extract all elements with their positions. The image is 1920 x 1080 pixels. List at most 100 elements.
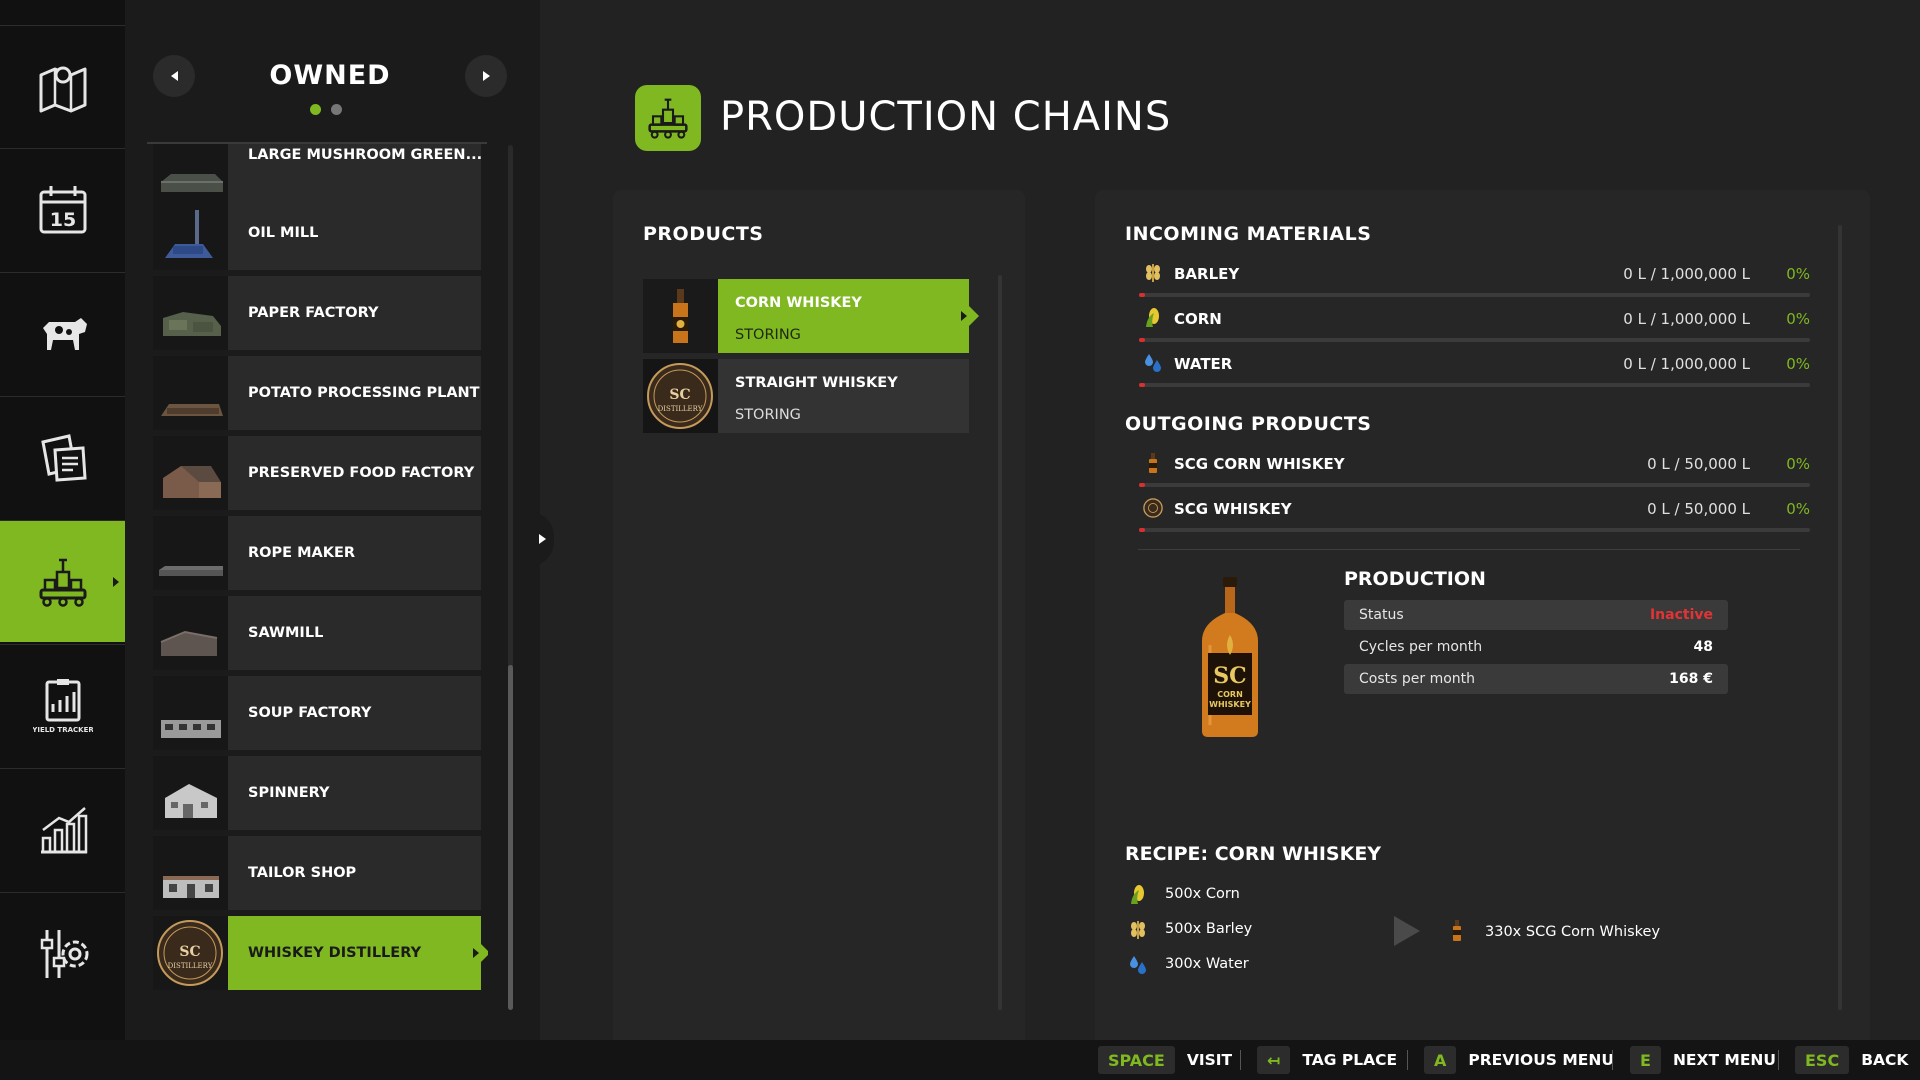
potato-plant-thumbnail: [153, 356, 228, 430]
list-item-rope-maker[interactable]: ROPE MAKER: [153, 516, 481, 590]
preserved-food-thumbnail: [153, 436, 228, 510]
product-name: SCG WHISKEY: [1174, 500, 1292, 518]
list-item-potato-processing-plant[interactable]: POTATO PROCESSING PLANT: [153, 356, 481, 430]
list-item-tailor-shop[interactable]: TAILOR SHOP: [153, 836, 481, 910]
page-dot-2[interactable]: [331, 104, 342, 115]
hint-label: BACK: [1861, 1051, 1909, 1069]
product-name: CORN WHISKEY: [735, 295, 862, 311]
product-item-straight-whiskey[interactable]: SC DISTILLERY STRAIGHT WHISKEY STORING: [643, 359, 969, 433]
product-amount: 0 L / 50,000 L: [1647, 500, 1750, 518]
corn-whiskey-bottle-icon: [1143, 452, 1163, 474]
production-status-row: Status Inactive: [1344, 600, 1728, 630]
hint-label: PREVIOUS MENU: [1468, 1051, 1614, 1069]
list-item-spinnery[interactable]: SPINNERY: [153, 756, 481, 830]
hint-previous-menu[interactable]: A PREVIOUS MENU: [1424, 1045, 1614, 1075]
production-costs-row: Costs per month 168 €: [1344, 664, 1728, 694]
barley-icon: [1127, 919, 1149, 941]
material-percent: 0%: [1786, 310, 1810, 328]
whiskey-barrel-icon: [1143, 497, 1163, 519]
material-fill-bar: [1139, 383, 1810, 387]
svg-text:DISTILLERY: DISTILLERY: [658, 405, 703, 413]
list-title: OWNED: [269, 60, 391, 91]
list-item-label: TAILOR SHOP: [248, 865, 357, 881]
material-fill-bar: [1139, 293, 1810, 297]
product-name: SCG CORN WHISKEY: [1174, 455, 1345, 473]
list-item-label: SPINNERY: [248, 785, 330, 801]
key-a: A: [1424, 1046, 1457, 1074]
list-item-label: PAPER FACTORY: [248, 305, 379, 321]
list-item-label: ROPE MAKER: [248, 545, 356, 561]
product-state: STORING: [735, 407, 801, 423]
hint-tag-place[interactable]: ↤ TAG PLACE: [1257, 1045, 1397, 1075]
key-tag: ↤: [1257, 1046, 1291, 1074]
corn-whiskey-bottle-icon: [643, 279, 718, 353]
key-space: SPACE: [1098, 1046, 1175, 1074]
recipe-input-text: 500x Corn: [1165, 886, 1240, 902]
list-item-soup-factory[interactable]: SOUP FACTORY: [153, 676, 481, 750]
production-list: LARGE MUSHROOM GREEN... OIL MILL PAPER F…: [153, 144, 488, 994]
rail-item-animals[interactable]: [0, 272, 125, 394]
tailor-shop-thumbnail: [153, 836, 228, 910]
next-page-button[interactable]: [465, 55, 507, 97]
recipe-heading: RECIPE: CORN WHISKEY: [1125, 843, 1382, 865]
details-scrollbar[interactable]: [1838, 225, 1842, 1010]
page-indicator: [310, 104, 342, 115]
list-item-paper-factory[interactable]: PAPER FACTORY: [153, 276, 481, 350]
corn-icon: [1127, 884, 1149, 906]
hint-label: VISIT: [1186, 1051, 1233, 1069]
products-heading: PRODUCTS: [643, 223, 764, 245]
list-item-whiskey-distillery[interactable]: SC DISTILLERY WHISKEY DISTILLERY: [153, 916, 488, 990]
material-amount: 0 L / 1,000,000 L: [1623, 310, 1750, 328]
rail-item-yield-tracker[interactable]: YIELD TRACKER: [0, 644, 125, 766]
rail-item-calendar[interactable]: 15: [0, 148, 125, 270]
list-item-label: POTATO PROCESSING PLANT: [248, 385, 480, 401]
product-state: STORING: [735, 327, 801, 343]
rail-item-map[interactable]: [0, 25, 125, 147]
water-icon: [1127, 954, 1149, 976]
rail-item-contracts[interactable]: [0, 396, 125, 518]
list-item-oil-mill[interactable]: OIL MILL: [153, 196, 481, 270]
corn-icon: [1143, 307, 1163, 329]
outgoing-products-heading: OUTGOING PRODUCTS: [1125, 413, 1372, 435]
outgoing-product-scg-corn-whiskey: SCG CORN WHISKEY 0 L / 50,000 L 0%: [1125, 448, 1810, 488]
rail-item-settings[interactable]: [0, 892, 125, 1014]
svg-text:SC: SC: [669, 387, 690, 403]
list-item-preserved-food-factory[interactable]: PRESERVED FOOD FACTORY: [153, 436, 481, 510]
list-scrollbar-thumb[interactable]: [508, 665, 513, 1010]
svg-text:DISTILLERY: DISTILLERY: [168, 962, 213, 970]
rail-item-statistics[interactable]: [0, 768, 125, 890]
products-scrollbar[interactable]: [998, 275, 1002, 1010]
calendar-day-label: 15: [49, 209, 75, 231]
svg-text:SC: SC: [1213, 663, 1246, 689]
hint-label: TAG PLACE: [1302, 1051, 1398, 1069]
list-item-sawmill[interactable]: SAWMILL: [153, 596, 481, 670]
water-icon: [1143, 352, 1163, 374]
rail-item-production[interactable]: [0, 520, 133, 642]
production-icon: [39, 558, 86, 607]
page-dot-1[interactable]: [310, 104, 321, 115]
recipe-input-text: 500x Barley: [1165, 921, 1253, 937]
status-label: Status: [1359, 607, 1404, 623]
status-value: Inactive: [1649, 607, 1713, 623]
spinnery-thumbnail: [153, 756, 228, 830]
collapse-panel-button[interactable]: [530, 512, 554, 566]
recipe-input-text: 300x Water: [1165, 956, 1249, 972]
hint-visit[interactable]: SPACE VISIT: [1098, 1045, 1232, 1075]
production-heading: PRODUCTION: [1344, 568, 1486, 590]
costs-label: Costs per month: [1359, 671, 1476, 687]
product-percent: 0%: [1786, 455, 1810, 473]
incoming-material-barley: BARLEY 0 L / 1,000,000 L 0%: [1125, 258, 1810, 298]
distillery-logo-thumbnail: SC DISTILLERY: [153, 916, 228, 990]
product-item-corn-whiskey[interactable]: CORN WHISKEY STORING: [643, 279, 979, 353]
material-amount: 0 L / 1,000,000 L: [1623, 265, 1750, 283]
hint-label: NEXT MENU: [1672, 1051, 1776, 1069]
material-fill-bar: [1139, 338, 1810, 342]
incoming-materials-heading: INCOMING MATERIALS: [1125, 223, 1372, 245]
cycles-value: 48: [1693, 639, 1713, 655]
corn-whiskey-bottle-icon: [1446, 918, 1468, 944]
cycles-label: Cycles per month: [1359, 639, 1483, 655]
hint-back[interactable]: ESC BACK: [1795, 1045, 1908, 1075]
previous-page-button[interactable]: [153, 55, 195, 97]
hint-next-menu[interactable]: E NEXT MENU: [1630, 1045, 1776, 1075]
cow-icon: [42, 317, 87, 350]
